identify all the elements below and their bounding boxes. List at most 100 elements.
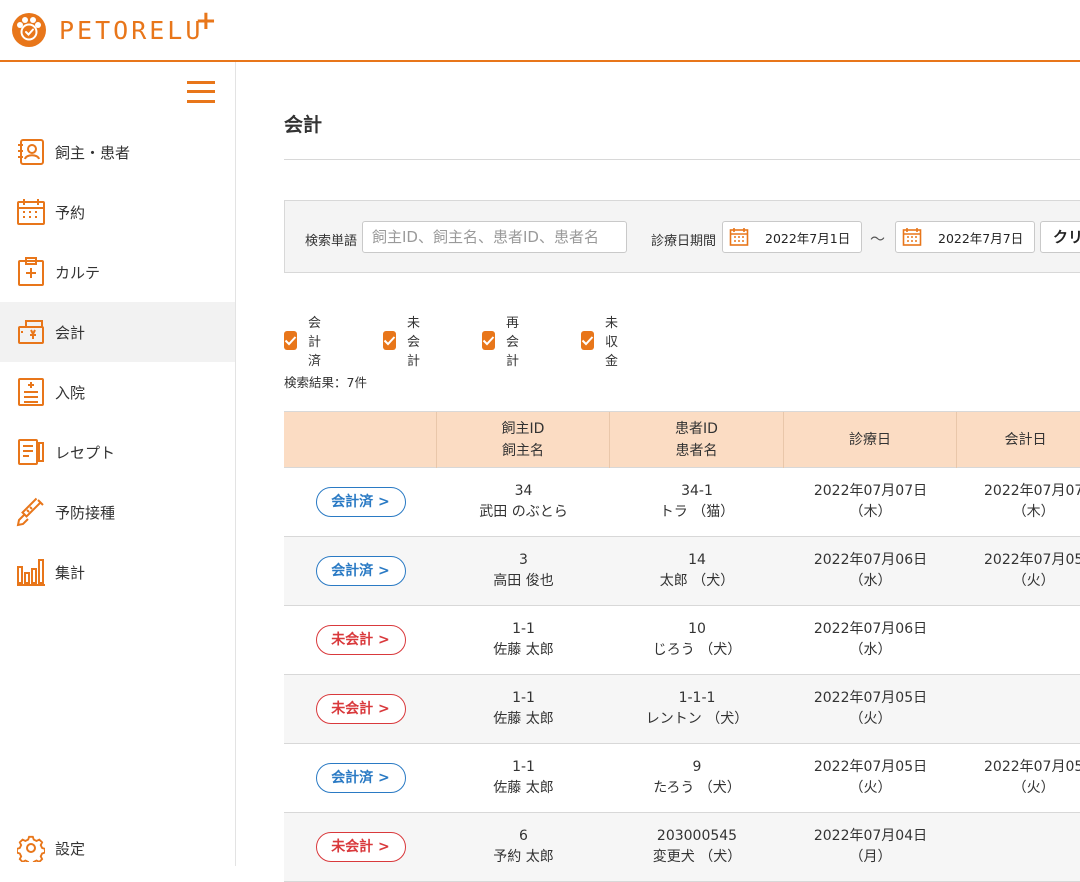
range-separator: ～ <box>870 230 886 248</box>
owner-cell: 1-1 佐藤 太郎 <box>437 606 610 674</box>
sidebar-item-label: 予約 <box>55 203 86 222</box>
patient-cell: 34-1 トラ （猫） <box>610 468 784 536</box>
sidebar-item-reservation[interactable]: 予約 <box>0 182 235 242</box>
sidebar-item-settings[interactable]: 設定 <box>0 820 235 876</box>
sidebar-item-billing[interactable]: 会計 <box>0 302 235 362</box>
status-badge-button[interactable]: 会計済 > <box>315 556 406 586</box>
sidebar-item-hospitalization[interactable]: 入院 <box>0 362 235 422</box>
status-badge-button[interactable]: 未会計 > <box>315 694 406 724</box>
table-row[interactable]: 未会計 > 1-1 佐藤 太郎 10 じろう （犬） 2022年07月06日 （水） <box>284 606 1080 675</box>
calendar-icon <box>902 228 922 246</box>
header-patient-id: 患者ID <box>675 421 718 437</box>
billing-date: 2022年07月07 <box>984 483 1080 499</box>
owner-id: 6 <box>519 828 528 844</box>
owner-id: 1-1 <box>512 621 535 637</box>
sidebar-item-owner-patient[interactable]: 飼主・患者 <box>0 122 235 182</box>
patient-name: 太郎 （犬） <box>659 573 735 589</box>
table-row[interactable]: 会計済 >1-1 佐藤 太郎 9 たろう （犬） 2022年07月05日 （火） 2022年… <box>284 744 1080 813</box>
table-row[interactable]: 未会計 > 1-1 佐藤 太郎 1-1-1 レントン （犬） 2022年07月05日 （火） <box>284 675 1080 744</box>
status-cell: 会計済 > <box>284 468 437 536</box>
sidebar-item-label: 集計 <box>55 563 86 582</box>
visit-weekday: （水） <box>849 573 892 589</box>
app-logo[interactable]: PETORELU + <box>11 6 217 48</box>
billing-table: 飼主ID 飼主名 患者ID 患者名 診療日 会計日 会計済 > 34 武田 のぶとら… <box>284 411 1080 882</box>
sidebar-item-receipt[interactable]: レセプト <box>0 422 235 482</box>
visit-date-cell: 2022年07月05日 （火） <box>784 675 957 743</box>
filter-rebilling-checkbox[interactable]: 再会計 <box>482 312 525 369</box>
clear-button[interactable]: クリ <box>1040 221 1080 253</box>
header-owner-name: 飼主名 <box>502 443 544 459</box>
visit-date: 2022年07月07日 <box>813 483 928 499</box>
patient-cell: 1-1-1 レントン （犬） <box>610 675 784 743</box>
date-from-value: 2022年7月1日 <box>765 230 851 246</box>
visit-weekday: （火） <box>849 711 892 727</box>
patient-cell: 14 太郎 （犬） <box>610 537 784 605</box>
date-to-field[interactable]: 2022年7月7日 <box>895 221 1035 253</box>
date-to-value: 2022年7月7日 <box>938 230 1024 246</box>
visit-weekday: （木） <box>849 504 892 520</box>
sidebar-item-label: 会計 <box>55 323 86 342</box>
owner-card-icon <box>16 136 46 168</box>
billing-date: 2022年07月05 <box>984 552 1080 568</box>
owner-name: 佐藤 太郎 <box>493 711 554 727</box>
status-badge-button[interactable]: 会計済 > <box>315 763 406 793</box>
date-from-field[interactable]: 2022年7月1日 <box>722 221 862 253</box>
visit-date: 2022年07月04日 <box>813 828 928 844</box>
table-body: 会計済 > 34 武田 のぶとら 34-1 トラ （猫） 2022年07月07日 （木） 20… <box>284 468 1080 882</box>
owner-cell: 34 武田 のぶとら <box>437 468 610 536</box>
menu-toggle-icon[interactable] <box>187 81 215 103</box>
billing-date: 2022年07月05 <box>984 759 1080 775</box>
billing-weekday: （木） <box>1012 504 1055 520</box>
visit-weekday: （水） <box>849 642 892 658</box>
sidebar-item-label: カルテ <box>55 263 101 282</box>
status-badge-button[interactable]: 未会計 > <box>315 625 406 655</box>
medical-chart-icon <box>16 256 46 288</box>
sidebar-item-statistics[interactable]: 集計 <box>0 542 235 602</box>
keyword-search-input[interactable] <box>362 221 627 253</box>
visit-date-cell: 2022年07月06日 （水） <box>784 537 957 605</box>
sidebar-item-vaccination[interactable]: 予防接種 <box>0 482 235 542</box>
header-visit-date[interactable]: 診療日 <box>784 412 957 468</box>
patient-cell: 9 たろう （犬） <box>610 744 784 812</box>
billing-date-cell: 2022年07月05 （火） <box>957 744 1080 812</box>
sidebar-item-label: 飼主・患者 <box>55 143 131 162</box>
search-panel: 検索単語 診療日期間 2022年7月1日 ～ 2022年7月7日 クリ <box>284 200 1080 273</box>
table-row[interactable]: 会計済 > 34 武田 のぶとら 34-1 トラ （猫） 2022年07月07日 （木） 20… <box>284 468 1080 537</box>
patient-name: じろう （犬） <box>652 642 742 658</box>
visit-date-cell: 2022年07月06日 （水） <box>784 606 957 674</box>
filter-unpaid-checkbox[interactable]: 未会計 <box>383 312 426 369</box>
filter-label: 会計済 <box>308 316 322 369</box>
patient-id: 10 <box>688 621 706 637</box>
visit-weekday: （月） <box>849 849 892 865</box>
status-badge-button[interactable]: 会計済 > <box>315 487 406 517</box>
owner-name: 武田 のぶとら <box>479 504 568 520</box>
billing-date-cell <box>957 675 1080 743</box>
status-cell: 会計済 > <box>284 537 437 605</box>
owner-name: 佐藤 太郎 <box>493 642 554 658</box>
patient-id: 1-1-1 <box>678 690 716 706</box>
filter-paid-checkbox[interactable]: 会計済 <box>284 312 327 369</box>
table-row[interactable]: 未会計 > 6 予約 太郎 203000545 変更犬 （犬） 2022年07月04日 （月… <box>284 813 1080 882</box>
visit-date: 2022年07月05日 <box>813 759 928 775</box>
visit-date: 2022年07月05日 <box>813 690 928 706</box>
owner-cell: 1-1 佐藤 太郎 <box>437 675 610 743</box>
billing-weekday: （火） <box>1012 780 1055 796</box>
result-count: 検索結果：7件 <box>284 375 367 390</box>
table-row[interactable]: 会計済 >3 高田 俊也 14 太郎 （犬） 2022年07月06日 （水） 2022年07… <box>284 537 1080 606</box>
header-owner[interactable]: 飼主ID 飼主名 <box>437 412 610 468</box>
header-patient-name: 患者名 <box>675 443 718 459</box>
status-badge-button[interactable]: 未会計 > <box>315 832 406 862</box>
status-cell: 未会計 > <box>284 606 437 674</box>
divider <box>284 159 1080 160</box>
owner-name: 佐藤 太郎 <box>493 780 554 796</box>
header-status <box>284 412 437 468</box>
owner-id: 1-1 <box>512 759 535 775</box>
status-cell: 未会計 > <box>284 813 437 881</box>
status-cell: 未会計 > <box>284 675 437 743</box>
header-patient[interactable]: 患者ID 患者名 <box>610 412 784 468</box>
sidebar-item-chart[interactable]: カルテ <box>0 242 235 302</box>
patient-id: 203000545 <box>656 828 738 844</box>
header-billing-date[interactable]: 会計日 <box>957 412 1080 468</box>
checkmark-icon <box>482 331 495 350</box>
filter-receivable-checkbox[interactable]: 未収金 <box>581 312 624 369</box>
